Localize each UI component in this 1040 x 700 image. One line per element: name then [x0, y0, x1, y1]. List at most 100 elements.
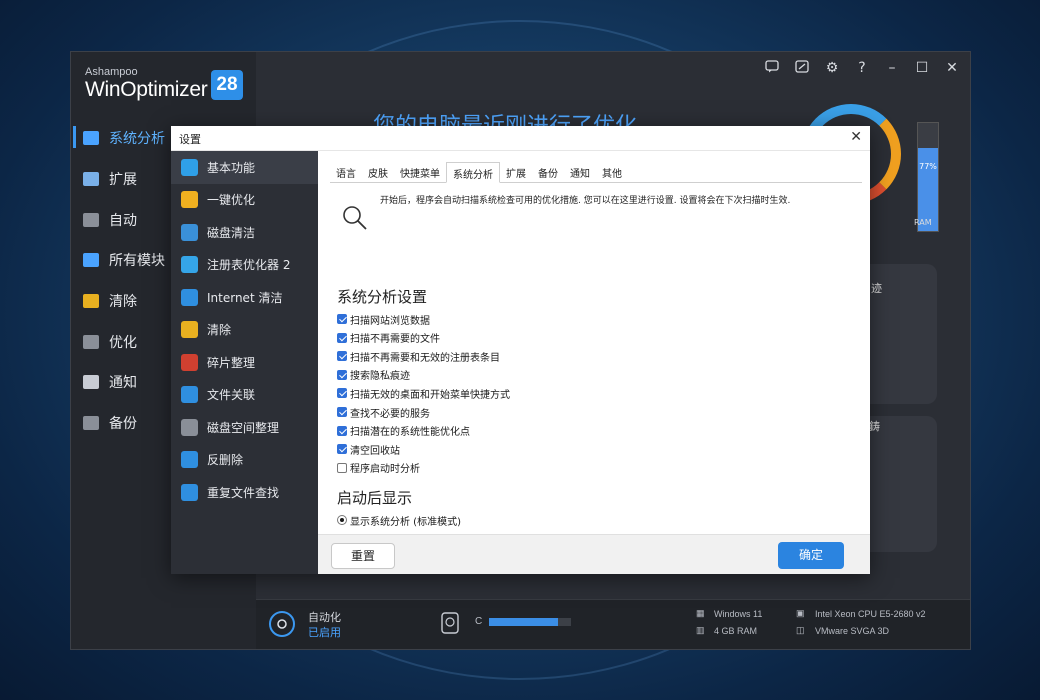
- help-icon[interactable]: ?: [854, 60, 870, 77]
- feedback-icon[interactable]: [764, 60, 780, 77]
- checkbox-icon[interactable]: [337, 444, 347, 455]
- analysis-option-checkbox[interactable]: 清空回收站: [337, 440, 400, 458]
- checkbox-icon[interactable]: [337, 351, 347, 362]
- radio-icon[interactable]: [337, 515, 347, 525]
- analysis-settings-title: 系统分析设置: [337, 288, 428, 306]
- settings-sidebar-label: 碎片整理: [207, 355, 256, 370]
- checkbox-icon[interactable]: [337, 314, 347, 324]
- settings-sidebar-item[interactable]: 磁盘清洁: [171, 216, 318, 249]
- intro-text: 开始后，程序会自动扫描系统检查可用的优化措施. 您可以在这里进行设置. 设置将会…: [380, 196, 791, 206]
- nav-item-label: 备份: [109, 416, 137, 433]
- settings-sidebar-label: 磁盘空间整理: [207, 420, 280, 435]
- disk-clean-icon: [181, 223, 198, 241]
- settings-tab[interactable]: 备份: [532, 162, 564, 183]
- settings-tabs: 语言 皮肤 快捷菜单 系统分析 扩展 备份 通知 其他: [330, 162, 862, 183]
- settings-sidebar-item[interactable]: Internet 清洁: [171, 281, 318, 314]
- broom-icon: [181, 321, 198, 339]
- settings-sidebar-label: 基本功能: [207, 160, 256, 175]
- settings-dialog: 设置 ✕ 基本功能一键优化磁盘清洁注册表优化器 2 Internet 清洁清除碎片…: [171, 126, 870, 574]
- checkbox-icon[interactable]: [337, 369, 347, 380]
- search-icon: [343, 206, 367, 230]
- gpu-info: VMware SVGA 3D: [815, 626, 890, 636]
- settings-sidebar-item[interactable]: 重复文件查找: [171, 476, 318, 509]
- windows-icon: ▦: [696, 608, 705, 618]
- product-name: WinOptimizer: [85, 78, 208, 101]
- title-bar-controls: ⚙ ? – ☐ ✕: [764, 60, 960, 77]
- maximize-icon[interactable]: ☐: [914, 60, 930, 77]
- nav-item-label: 清除: [109, 294, 137, 311]
- gauge-window-icon[interactable]: [794, 60, 810, 77]
- analysis-option-label: 扫描不再需要的文件: [350, 334, 440, 346]
- checklist-icon: [83, 375, 99, 390]
- nav-item-label: 系统分析: [109, 131, 165, 148]
- automation-icon[interactable]: [268, 610, 296, 638]
- settings-sidebar-label: Internet 清洁: [207, 290, 283, 305]
- analysis-option-checkbox[interactable]: 搜索隐私痕迹: [337, 366, 410, 384]
- analysis-option-label: 扫描潜在的系统性能优化点: [350, 427, 470, 439]
- settings-sidebar-item[interactable]: 基本功能: [171, 151, 318, 184]
- settings-sidebar-item[interactable]: 反删除: [171, 444, 318, 477]
- settings-sidebar-item[interactable]: 一键优化: [171, 184, 318, 217]
- settings-gear-icon[interactable]: ⚙: [824, 60, 840, 77]
- settings-sidebar-label: 一键优化: [207, 193, 256, 208]
- settings-tab[interactable]: 系统分析: [446, 162, 500, 183]
- analysis-option-checkbox[interactable]: 扫描网站浏览数据: [337, 310, 430, 328]
- analysis-option-label: 扫描无效的桌面和开始菜单快捷方式: [350, 389, 510, 401]
- checkbox-icon[interactable]: [337, 407, 347, 417]
- settings-tab[interactable]: 语言: [330, 162, 362, 183]
- checkbox-icon[interactable]: [337, 425, 347, 436]
- file-link-icon: [181, 386, 198, 404]
- settings-sidebar-item[interactable]: 注册表优化器 2: [171, 249, 318, 282]
- drive-icon: [441, 612, 459, 634]
- settings-tab[interactable]: 扩展: [500, 162, 532, 183]
- version-badge: 28: [211, 70, 243, 100]
- settings-sidebar-item[interactable]: 文件关联: [171, 379, 318, 412]
- settings-sidebar-label: 重复文件查找: [207, 485, 280, 500]
- dialog-title: 设置: [179, 133, 201, 146]
- nav-item-label: 优化: [109, 334, 137, 351]
- ram-info: 4 GB RAM: [714, 626, 758, 636]
- settings-sidebar-label: 文件关联: [207, 388, 256, 403]
- duplicate-file-icon: [181, 483, 198, 501]
- ram-chip-icon: ▥: [696, 625, 705, 635]
- settings-tab[interactable]: 快捷菜单: [394, 162, 446, 183]
- reset-button[interactable]: 重置: [331, 543, 395, 569]
- gpu-icon: ◫: [796, 625, 805, 635]
- cpu-icon: ▣: [796, 608, 805, 618]
- checkbox-icon[interactable]: [337, 332, 347, 343]
- settings-sidebar-item[interactable]: 磁盘空间整理: [171, 411, 318, 444]
- defrag-icon: [181, 353, 198, 371]
- minimize-icon[interactable]: –: [884, 60, 900, 77]
- analysis-option-checkbox[interactable]: 扫描无效的桌面和开始菜单快捷方式: [337, 384, 510, 402]
- checkbox-icon[interactable]: [337, 462, 347, 473]
- settings-tab[interactable]: 皮肤: [362, 162, 394, 183]
- settings-sidebar-item[interactable]: 碎片整理: [171, 346, 318, 379]
- automation-status: 已启用: [308, 626, 341, 639]
- settings-tab[interactable]: 通知: [564, 162, 596, 183]
- dialog-close-icon[interactable]: ✕: [850, 129, 862, 145]
- ram-percent: 77%: [919, 162, 937, 171]
- analysis-option-checkbox[interactable]: 扫描不再需要的文件: [337, 329, 440, 347]
- nav-item-label: 扩展: [109, 172, 137, 189]
- settings-sidebar-label: 反删除: [207, 453, 244, 468]
- analysis-option-checkbox[interactable]: 扫描不再需要和无效的注册表条目: [337, 347, 500, 365]
- close-icon[interactable]: ✕: [944, 60, 960, 77]
- brand-name: Ashampoo: [85, 66, 138, 78]
- drive-usage-fill: [489, 618, 558, 626]
- grid-icon: [83, 253, 99, 268]
- settings-sidebar-label: 磁盘清洁: [207, 225, 256, 240]
- analysis-option-checkbox[interactable]: 扫描潜在的系统性能优化点: [337, 422, 470, 440]
- analysis-option-checkbox[interactable]: 程序启动时分析: [337, 459, 420, 477]
- analysis-option-label: 扫描不再需要和无效的注册表条目: [350, 352, 500, 364]
- checkbox-icon[interactable]: [337, 388, 347, 399]
- analysis-option-checkbox[interactable]: 查找不必要的服务: [337, 403, 430, 421]
- drive-icon: [181, 418, 198, 436]
- analysis-option-label: 扫描网站浏览数据: [350, 315, 430, 327]
- ok-button[interactable]: 确定: [778, 542, 844, 569]
- startup-option-radio[interactable]: 显示系统分析 (标准模式): [337, 511, 461, 529]
- magic-wand-icon: [181, 191, 198, 209]
- settings-tab[interactable]: 其他: [596, 162, 628, 183]
- play-icon: [83, 212, 99, 227]
- analysis-option-label: 搜索隐私痕迹: [350, 371, 410, 383]
- settings-sidebar-item[interactable]: 清除: [171, 314, 318, 347]
